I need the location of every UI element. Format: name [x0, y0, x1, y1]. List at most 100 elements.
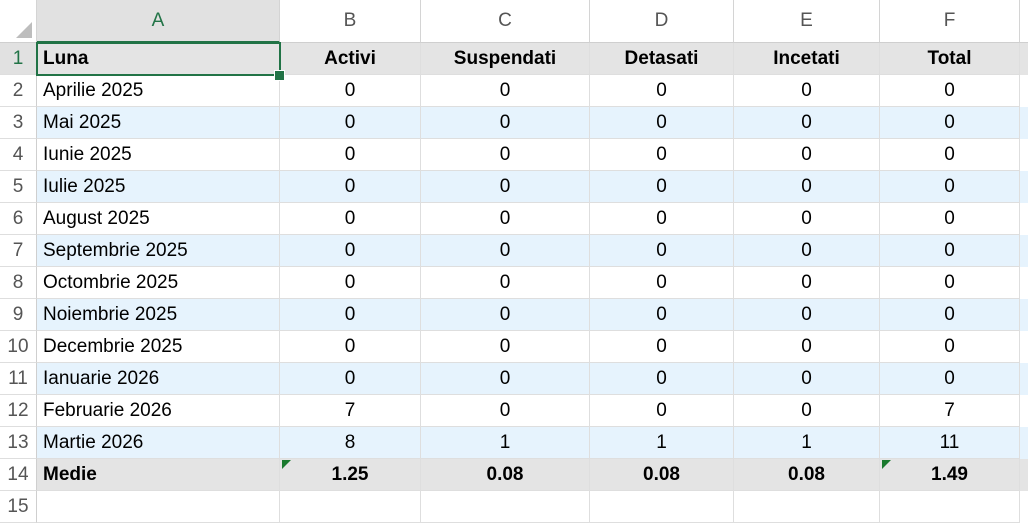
cell-suspendati[interactable]: 0	[421, 267, 590, 299]
row-header-7[interactable]: 7	[0, 235, 37, 267]
cell-incetati[interactable]: 0	[734, 235, 880, 267]
cell-incetati[interactable]: 0	[734, 363, 880, 395]
cell-total[interactable]: 0	[880, 139, 1020, 171]
cell-detasati[interactable]: 0	[590, 235, 734, 267]
cell-detasati[interactable]: 0	[590, 363, 734, 395]
cell-detasati[interactable]: 1	[590, 427, 734, 459]
cell-detasati[interactable]: 0	[590, 203, 734, 235]
cell-activi[interactable]: 0	[280, 75, 421, 107]
row-header-4[interactable]: 4	[0, 139, 37, 171]
cell-luna[interactable]: Noiembrie 2025	[37, 299, 280, 331]
cell-detasati[interactable]: 0	[590, 299, 734, 331]
cell-detasati[interactable]: 0	[590, 171, 734, 203]
cell-total[interactable]: 0	[880, 363, 1020, 395]
cell-incetati[interactable]: 1	[734, 427, 880, 459]
column-header-d[interactable]: D	[590, 0, 734, 43]
summary-cell-incetati[interactable]: 0.08	[734, 459, 880, 491]
empty-cell[interactable]	[421, 491, 590, 523]
row-header-6[interactable]: 6	[0, 203, 37, 235]
cell-incetati[interactable]: 0	[734, 331, 880, 363]
select-all-corner[interactable]	[0, 0, 37, 43]
cell-detasati[interactable]: 0	[590, 107, 734, 139]
cell-incetati[interactable]: 0	[734, 299, 880, 331]
cell-luna[interactable]: August 2025	[37, 203, 280, 235]
empty-cell[interactable]	[590, 491, 734, 523]
row-header-11[interactable]: 11	[0, 363, 37, 395]
header-cell-suspendati[interactable]: Suspendati	[421, 43, 590, 75]
cell-activi[interactable]: 0	[280, 171, 421, 203]
empty-cell[interactable]	[734, 491, 880, 523]
cell-incetati[interactable]: 0	[734, 139, 880, 171]
cell-activi[interactable]: 7	[280, 395, 421, 427]
cell-activi[interactable]: 0	[280, 363, 421, 395]
cell-suspendati[interactable]: 0	[421, 235, 590, 267]
cell-incetati[interactable]: 0	[734, 75, 880, 107]
cell-total[interactable]: 0	[880, 107, 1020, 139]
cell-detasati[interactable]: 0	[590, 395, 734, 427]
cell-incetati[interactable]: 0	[734, 107, 880, 139]
row-header-1[interactable]: 1	[0, 43, 37, 75]
row-header-8[interactable]: 8	[0, 267, 37, 299]
cell-total[interactable]: 0	[880, 171, 1020, 203]
cell-total[interactable]: 0	[880, 267, 1020, 299]
cell-luna[interactable]: Martie 2026	[37, 427, 280, 459]
empty-cell[interactable]	[280, 491, 421, 523]
cell-activi[interactable]: 0	[280, 267, 421, 299]
cell-total[interactable]: 7	[880, 395, 1020, 427]
row-header-14[interactable]: 14	[0, 459, 37, 491]
cell-suspendati[interactable]: 0	[421, 107, 590, 139]
cell-suspendati[interactable]: 0	[421, 331, 590, 363]
summary-cell-total[interactable]: 1.49	[880, 459, 1020, 491]
cell-suspendati[interactable]: 1	[421, 427, 590, 459]
cell-incetati[interactable]: 0	[734, 395, 880, 427]
cell-suspendati[interactable]: 0	[421, 75, 590, 107]
cell-luna[interactable]: Ianuarie 2026	[37, 363, 280, 395]
header-cell-activi[interactable]: Activi	[280, 43, 421, 75]
cell-luna[interactable]: Aprilie 2025	[37, 75, 280, 107]
column-header-g-partial[interactable]	[1020, 0, 1028, 43]
column-header-c[interactable]: C	[421, 0, 590, 43]
cell-suspendati[interactable]: 0	[421, 171, 590, 203]
column-header-b[interactable]: B	[280, 0, 421, 43]
cell-incetati[interactable]: 0	[734, 203, 880, 235]
header-cell-luna[interactable]: Luna	[37, 43, 280, 75]
row-header-5[interactable]: 5	[0, 171, 37, 203]
summary-cell-detasati[interactable]: 0.08	[590, 459, 734, 491]
column-header-f[interactable]: F	[880, 0, 1020, 43]
summary-cell-activi[interactable]: 1.25	[280, 459, 421, 491]
cell-luna[interactable]: Februarie 2026	[37, 395, 280, 427]
header-cell-total[interactable]: Total	[880, 43, 1020, 75]
cell-suspendati[interactable]: 0	[421, 395, 590, 427]
row-header-13[interactable]: 13	[0, 427, 37, 459]
row-header-9[interactable]: 9	[0, 299, 37, 331]
header-cell-detasati[interactable]: Detasati	[590, 43, 734, 75]
cell-detasati[interactable]: 0	[590, 75, 734, 107]
cell-total[interactable]: 0	[880, 299, 1020, 331]
cell-activi[interactable]: 8	[280, 427, 421, 459]
cell-total[interactable]: 11	[880, 427, 1020, 459]
column-header-e[interactable]: E	[734, 0, 880, 43]
cell-suspendati[interactable]: 0	[421, 203, 590, 235]
summary-cell-suspendati[interactable]: 0.08	[421, 459, 590, 491]
row-header-12[interactable]: 12	[0, 395, 37, 427]
cell-luna[interactable]: Mai 2025	[37, 107, 280, 139]
cell-detasati[interactable]: 0	[590, 139, 734, 171]
cell-detasati[interactable]: 0	[590, 267, 734, 299]
cell-activi[interactable]: 0	[280, 235, 421, 267]
row-header-2[interactable]: 2	[0, 75, 37, 107]
column-header-a[interactable]: A	[37, 0, 280, 43]
cell-luna[interactable]: Iunie 2025	[37, 139, 280, 171]
cell-activi[interactable]: 0	[280, 139, 421, 171]
cell-luna[interactable]: Octombrie 2025	[37, 267, 280, 299]
cell-total[interactable]: 0	[880, 235, 1020, 267]
empty-cell[interactable]	[880, 491, 1020, 523]
cell-suspendati[interactable]: 0	[421, 363, 590, 395]
cell-activi[interactable]: 0	[280, 299, 421, 331]
cell-total[interactable]: 0	[880, 75, 1020, 107]
row-header-10[interactable]: 10	[0, 331, 37, 363]
cell-suspendati[interactable]: 0	[421, 139, 590, 171]
cell-incetati[interactable]: 0	[734, 267, 880, 299]
row-header-15[interactable]: 15	[0, 491, 37, 523]
header-cell-incetati[interactable]: Incetati	[734, 43, 880, 75]
cell-luna[interactable]: Iulie 2025	[37, 171, 280, 203]
